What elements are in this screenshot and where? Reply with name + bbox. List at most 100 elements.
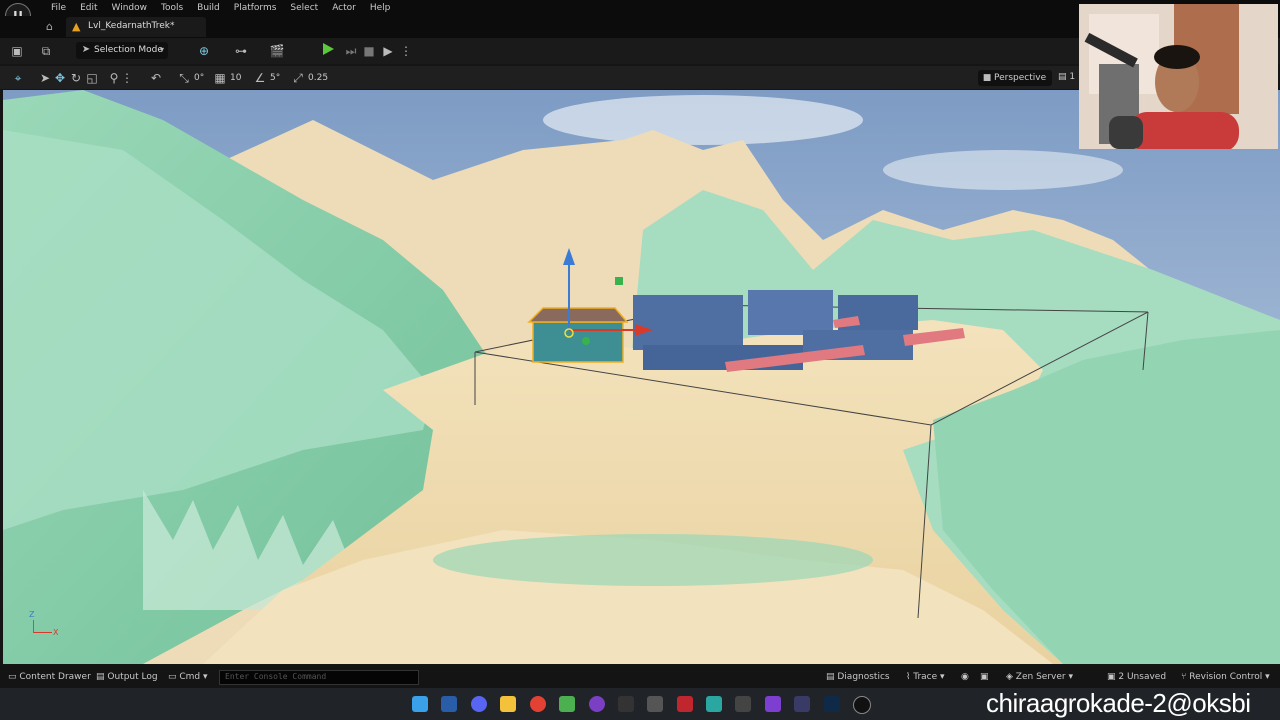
chevron-down-icon: ▾ [159, 45, 164, 54]
perspective-label: Perspective [994, 73, 1047, 83]
unsaved-label: 2 Unsaved [1118, 672, 1167, 682]
app-icon[interactable] [441, 696, 457, 712]
app-icon[interactable] [735, 696, 751, 712]
grid-snap-icon[interactable]: ▦ [212, 70, 228, 86]
upi-watermark: chiraagrokade-2@oksbi [986, 688, 1251, 718]
rotate-tool-icon[interactable]: ↻ [68, 70, 84, 86]
drawer-icon: ▭ [8, 672, 20, 682]
rotate-snap-icon[interactable]: ⤡ [176, 70, 192, 86]
menu-build[interactable]: Build [190, 2, 227, 14]
stop-icon[interactable]: ■ [361, 43, 377, 59]
app-icon[interactable] [794, 696, 810, 712]
angle-snap-icon[interactable]: ∠ [252, 70, 268, 86]
app-icon[interactable] [677, 696, 693, 712]
selected-house[interactable] [532, 321, 624, 363]
notepad-icon[interactable] [559, 696, 575, 712]
gizmo-plane-handle[interactable] [615, 277, 623, 285]
terminal-icon[interactable] [618, 696, 634, 712]
app-icon[interactable] [647, 696, 663, 712]
unsaved-button[interactable]: ▣ 2 Unsaved [1107, 672, 1166, 682]
trace-dropdown[interactable]: ⌇ Trace ▾ [906, 672, 945, 682]
cursor-icon: ➤ [81, 44, 91, 55]
blueprint-icon[interactable]: ⊶ [233, 43, 249, 59]
cloud [543, 95, 863, 145]
axis-x-label: X [53, 628, 59, 637]
screenshot-icon[interactable]: ▣ [980, 672, 989, 682]
transform-menu-icon[interactable]: ⌖ [10, 70, 26, 86]
trace-label: Trace [913, 672, 938, 682]
menu-select[interactable]: Select [283, 2, 325, 14]
surface-snap-icon[interactable]: ↶ [148, 70, 164, 86]
add-actor-icon[interactable]: ⊕ [196, 43, 212, 59]
chrome-icon[interactable] [530, 696, 546, 712]
save-icon[interactable]: ▣ [9, 43, 25, 59]
camera-speed-value[interactable]: ▤ 1 [1058, 72, 1075, 82]
camera-icon: ■ [982, 73, 992, 83]
unsaved-icon: ▣ [1107, 672, 1119, 682]
github-icon[interactable] [589, 696, 605, 712]
play-button[interactable] [323, 43, 334, 55]
unreal-engine-icon[interactable] [853, 696, 871, 714]
selection-mode-dropdown[interactable]: ➤ Selection Mode ▾ [76, 42, 168, 59]
menu-file[interactable]: File [44, 2, 73, 14]
menu-help[interactable]: Help [363, 2, 398, 14]
building [748, 290, 833, 335]
home-icon[interactable]: ⌂ [46, 20, 60, 34]
rotate-snap-value[interactable]: 0° [194, 73, 204, 83]
step-icon[interactable]: ⏭ [343, 43, 359, 59]
console-placeholder: Enter Console Command [225, 672, 327, 681]
angle-snap-value[interactable]: 5° [270, 73, 280, 83]
cloud [883, 150, 1123, 190]
selection-mode-label: Selection Mode [94, 45, 163, 55]
menu-edit[interactable]: Edit [73, 2, 104, 14]
menu-tools[interactable]: Tools [154, 2, 190, 14]
cmd-dropdown[interactable]: ▭ Cmd ▾ [168, 672, 208, 682]
scale-tool-icon[interactable]: ◱ [84, 70, 100, 86]
select-tool-icon[interactable]: ➤ [37, 70, 53, 86]
menu-platforms[interactable]: Platforms [227, 2, 284, 14]
tab-level[interactable]: ▲ Lvl_KedarnathTrek* [66, 17, 206, 37]
app-icon[interactable] [706, 696, 722, 712]
selected-house-roof [527, 307, 629, 323]
file-explorer-icon[interactable] [500, 696, 516, 712]
windows-start-icon[interactable] [412, 696, 428, 712]
level-icon: ▲ [72, 20, 81, 33]
visual-studio-icon[interactable] [765, 696, 781, 712]
diagnostics-button[interactable]: ▤ Diagnostics [826, 672, 890, 682]
tab-level-label: Lvl_KedarnathTrek* [88, 21, 175, 31]
launch-icon[interactable]: ▶ [380, 43, 396, 59]
zen-server-dropdown[interactable]: ◈ Zen Server ▾ [1006, 672, 1073, 682]
revision-control-label: Revision Control [1189, 672, 1263, 682]
more-options-icon[interactable]: ⋮ [119, 70, 135, 86]
main-menu: File Edit Window Tools Build Platforms S… [44, 2, 397, 14]
revision-control-dropdown[interactable]: ⑂ Revision Control ▾ [1181, 672, 1270, 682]
level-viewport[interactable]: Z X [3, 90, 1280, 664]
discord-icon[interactable] [471, 696, 487, 712]
output-log-button[interactable]: ▤ Output Log [96, 672, 158, 682]
green-patch [433, 534, 873, 586]
content-drawer-button[interactable]: ▭ Content Drawer [8, 672, 91, 682]
scale-snap-icon[interactable]: ⤢ [290, 70, 306, 86]
scale-snap-value[interactable]: 0.25 [308, 73, 328, 83]
record-icon[interactable]: ◉ [961, 672, 969, 682]
cinematics-icon[interactable]: 🎬 [269, 43, 285, 59]
more-options-icon[interactable]: ⋮ [398, 43, 414, 59]
webcam-shirt [1129, 112, 1239, 149]
content-drawer-label: Content Drawer [19, 672, 91, 682]
axis-z-label: Z [29, 610, 35, 619]
browse-icon[interactable]: ⧉ [38, 43, 54, 59]
building [633, 295, 743, 350]
perspective-dropdown[interactable]: ■ Perspective [978, 70, 1052, 86]
webcam-sleeve [1109, 116, 1143, 149]
gizmo-y-handle[interactable] [582, 337, 590, 345]
viewport-scene[interactable] [3, 90, 1280, 664]
photoshop-icon[interactable] [824, 696, 840, 712]
console-input[interactable]: Enter Console Command [219, 670, 419, 685]
grid-snap-value[interactable]: 10 [230, 73, 241, 83]
menu-window[interactable]: Window [105, 2, 155, 14]
webcam-overlay [1079, 4, 1278, 149]
webcam-feed [1079, 4, 1278, 149]
camera-speed-text: 1 [1069, 72, 1076, 82]
move-tool-icon[interactable]: ✥ [52, 70, 68, 86]
menu-actor[interactable]: Actor [325, 2, 363, 14]
